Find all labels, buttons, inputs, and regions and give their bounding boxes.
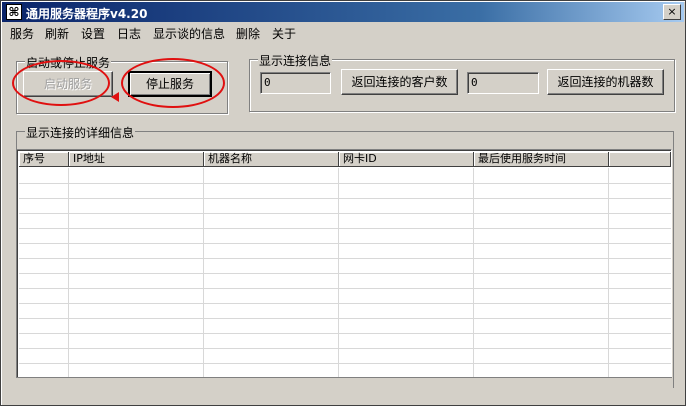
- grid-row-line: [19, 363, 671, 364]
- grid-column-line: [203, 168, 204, 384]
- menu-show-info[interactable]: 显示谈的信息: [153, 25, 225, 42]
- grid-column-line: [608, 168, 609, 384]
- client-count-field[interactable]: 0: [260, 72, 331, 94]
- window-title: 通用服务器程序v4.20: [26, 7, 148, 21]
- title-bar[interactable]: ⌘ 通用服务器程序v4.20 ×: [2, 2, 684, 22]
- start-service-button: 启动服务: [23, 71, 113, 97]
- app-logo-icon: ⌘: [6, 4, 22, 20]
- column-header-index[interactable]: 序号: [19, 152, 69, 167]
- grid-row-line: [19, 303, 671, 304]
- list-header: 序号 IP地址 机器名称 网卡ID 最后使用服务时间: [19, 152, 671, 168]
- main-window: ⌘ 通用服务器程序v4.20 × 服务 刷新 设置 日志 显示谈的信息 删除 关…: [0, 0, 686, 406]
- menu-log[interactable]: 日志: [117, 25, 141, 42]
- menu-delete[interactable]: 删除: [236, 25, 260, 42]
- grid-row-line: [19, 198, 671, 199]
- grid-row-line: [19, 333, 671, 334]
- column-header-ip[interactable]: IP地址: [69, 152, 204, 167]
- grid-row-line: [19, 258, 671, 259]
- menu-about[interactable]: 关于: [272, 25, 296, 42]
- column-header-extra[interactable]: [609, 152, 671, 167]
- grid-column-line: [338, 168, 339, 384]
- grid-column-line: [68, 168, 69, 384]
- connection-details-list[interactable]: 序号 IP地址 机器名称 网卡ID 最后使用服务时间: [16, 149, 672, 385]
- client-count-button[interactable]: 返回连接的客户数: [341, 69, 458, 95]
- service-group-legend: 启动或停止服务: [25, 54, 112, 71]
- grid-row-line: [19, 228, 671, 229]
- list-scroll-strip: [16, 377, 672, 388]
- list-rows: [19, 168, 671, 384]
- grid-row-line: [19, 318, 671, 319]
- grid-row-line: [19, 183, 671, 184]
- machine-count-button[interactable]: 返回连接的机器数: [547, 69, 664, 95]
- annotation-arrow-icon: [111, 92, 119, 102]
- close-button[interactable]: ×: [663, 4, 681, 20]
- details-group-legend: 显示连接的详细信息: [25, 124, 136, 141]
- column-header-last-used[interactable]: 最后使用服务时间: [474, 152, 609, 167]
- menu-bar: 服务 刷新 设置 日志 显示谈的信息 删除 关于: [2, 23, 684, 42]
- column-header-nic-id[interactable]: 网卡ID: [339, 152, 474, 167]
- machine-count-field[interactable]: 0: [467, 72, 539, 94]
- grid-row-line: [19, 213, 671, 214]
- connection-group-legend: 显示连接信息: [258, 52, 333, 69]
- grid-row-line: [19, 243, 671, 244]
- menu-service[interactable]: 服务: [10, 25, 34, 42]
- grid-row-line: [19, 348, 671, 349]
- grid-row-line: [19, 273, 671, 274]
- menu-settings[interactable]: 设置: [81, 25, 105, 42]
- grid-column-line: [473, 168, 474, 384]
- column-header-machine-name[interactable]: 机器名称: [204, 152, 339, 167]
- stop-service-button[interactable]: 停止服务: [128, 71, 212, 97]
- menu-refresh[interactable]: 刷新: [45, 25, 69, 42]
- grid-row-line: [19, 288, 671, 289]
